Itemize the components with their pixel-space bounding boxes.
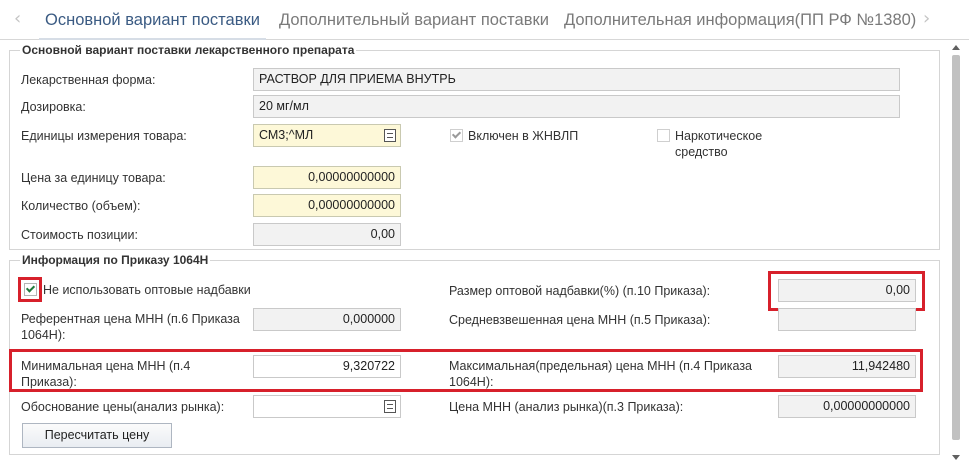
reference-price-label: Референтная цена МНН (п.6 Приказа 1064Н)… [21, 312, 240, 342]
no-wholesale-label: Не использовать оптовые надбавки [43, 283, 251, 297]
tab-additional-info[interactable]: Дополнительная информация(ПП РФ №1380) [564, 10, 916, 30]
market-price-field: 0,00000000000 [778, 395, 916, 418]
min-price-field[interactable]: 9,320722 [253, 355, 401, 378]
narcotic-checkbox [657, 129, 670, 142]
no-wholesale-checkbox[interactable] [24, 283, 37, 296]
zhnvlp-checkbox [450, 129, 463, 142]
list-picker-icon[interactable] [384, 129, 396, 142]
max-price-field: 11,942480 [778, 355, 916, 378]
dosage-field: 20 мг/мл [253, 95, 900, 118]
wholesale-markup-field: 0,00 [778, 279, 916, 302]
order-section-legend: Информация по Приказу 1064Н [20, 253, 211, 267]
reference-price-field: 0,000000 [253, 308, 401, 331]
unit-price-field[interactable]: 0,00000000000 [253, 166, 401, 189]
scroll-down-arrow-icon[interactable] [952, 455, 960, 460]
content-panel: Основной вариант поставки лекарственного… [0, 41, 947, 472]
units-value: СМ3;^МЛ [259, 128, 314, 142]
market-price-label: Цена МНН (анализ рынка)(п.3 Приказа): [449, 400, 684, 414]
scroll-thumb[interactable] [952, 55, 960, 440]
drug-section-legend: Основной вариант поставки лекарственного… [20, 43, 357, 57]
recalculate-price-button[interactable]: Пересчитать цену [22, 423, 172, 448]
form-field: РАСТВОР ДЛЯ ПРИЕМА ВНУТРЬ [253, 68, 900, 91]
check-icon [25, 283, 36, 293]
list-picker-icon[interactable] [384, 400, 396, 413]
unit-price-label: Цена за единицу товара: [21, 171, 166, 185]
tab-main-supply[interactable]: Основной вариант поставки [39, 10, 266, 40]
check-icon [451, 129, 462, 139]
narcotic-label: Наркотическое средство [675, 129, 763, 159]
chevron-left-icon[interactable]: ‹ [14, 9, 21, 29]
quantity-field[interactable]: 0,00000000000 [253, 194, 401, 217]
min-price-label: Минимальная цена МНН (п.4 Приказа): [21, 359, 191, 389]
vertical-scrollbar[interactable] [949, 41, 963, 466]
scroll-up-arrow-icon[interactable] [952, 45, 960, 50]
quantity-label: Количество (объем): [21, 199, 141, 213]
chevron-right-icon[interactable]: › [923, 9, 930, 29]
dosage-label: Дозировка: [21, 100, 86, 114]
max-price-label: Максимальная(предельная) цена МНН (п.4 П… [449, 359, 753, 389]
wholesale-markup-label: Размер оптовой надбавки(%) (п.10 Приказа… [449, 284, 711, 298]
form-label: Лекарственная форма: [21, 73, 156, 87]
tab-additional-supply[interactable]: Дополнительный вариант поставки [279, 10, 549, 30]
tab-strip: ‹ Основной вариант поставки Дополнительн… [0, 0, 969, 40]
units-label: Единицы измерения товара: [21, 129, 187, 143]
justification-field[interactable] [253, 395, 401, 418]
weighted-price-label: Средневзвешенная цена МНН (п.5 Приказа): [449, 313, 711, 327]
zhnvlp-label: Включен в ЖНВЛП [468, 129, 579, 143]
justification-label: Обоснование цены(анализ рынка): [21, 400, 225, 414]
cost-field: 0,00 [253, 223, 401, 246]
units-field[interactable]: СМ3;^МЛ [253, 124, 401, 147]
cost-label: Стоимость позиции: [21, 228, 138, 242]
weighted-price-field [778, 308, 916, 331]
